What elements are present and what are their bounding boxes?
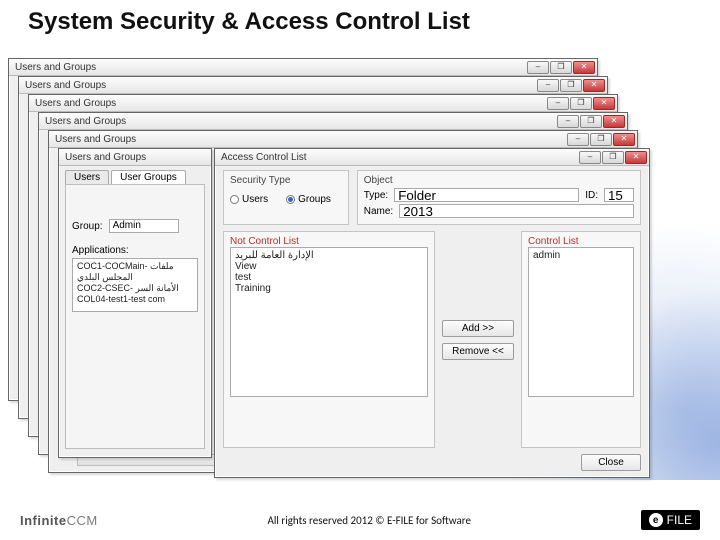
name-field[interactable]: [399, 204, 634, 218]
group-combobox[interactable]: Admin: [109, 219, 179, 233]
list-item[interactable]: test: [235, 272, 423, 283]
efile-e-icon: e: [649, 513, 663, 527]
control-group: Control List admin: [521, 231, 641, 448]
window-controls: – ❐ ✕: [556, 115, 625, 128]
id-label: ID:: [585, 190, 598, 201]
radio-groups[interactable]: Groups: [286, 194, 331, 205]
slide-footer: InfiniteCCM All rights reserved 2012 © E…: [0, 504, 720, 540]
radio-icon: [286, 195, 295, 204]
minimize-button[interactable]: –: [557, 115, 579, 128]
maximize-button[interactable]: ❐: [550, 61, 572, 74]
radio-label: Users: [242, 194, 268, 205]
control-label: Control List: [528, 236, 634, 247]
not-control-group: Not Control List الإدارة العامة للبريد V…: [223, 231, 435, 448]
maximize-button[interactable]: ❐: [580, 115, 602, 128]
list-item[interactable]: COL04-test1-test com: [77, 294, 193, 304]
id-field[interactable]: [604, 188, 634, 202]
minimize-button[interactable]: –: [567, 133, 589, 146]
maximize-button[interactable]: ❐: [570, 97, 592, 110]
page-title: System Security & Access Control List: [0, 0, 720, 40]
tab-user-groups[interactable]: User Groups: [111, 170, 186, 184]
window-controls: – ❐ ✕: [578, 151, 647, 164]
name-label: Name:: [364, 206, 393, 217]
list-item[interactable]: View: [235, 261, 423, 272]
window-title: Users and Groups: [65, 152, 146, 163]
window-title: Users and Groups: [35, 98, 116, 109]
radio-label: Groups: [298, 194, 331, 205]
not-control-label: Not Control List: [230, 236, 428, 247]
window-title: Users and Groups: [15, 62, 96, 73]
type-field[interactable]: [394, 188, 579, 202]
object-group: Object Type: ID: Name:: [357, 170, 641, 225]
tab-panel: Group: Admin Applications: COC1-COCMain-…: [65, 184, 205, 449]
window-title: Users and Groups: [55, 134, 136, 145]
maximize-button[interactable]: ❐: [602, 151, 624, 164]
minimize-button[interactable]: –: [547, 97, 569, 110]
minimize-button[interactable]: –: [527, 61, 549, 74]
user-groups-window: Users and Groups Users User Groups Group…: [58, 148, 212, 458]
tab-users[interactable]: Users: [65, 170, 109, 184]
group-label: Group:: [72, 221, 103, 232]
close-button[interactable]: ✕: [583, 79, 605, 92]
add-button[interactable]: Add >>: [442, 320, 514, 337]
security-type-label: Security Type: [230, 175, 342, 186]
efile-logo: e FILE: [641, 510, 700, 530]
list-item[interactable]: الإدارة العامة للبريد: [235, 250, 423, 261]
maximize-button[interactable]: ❐: [560, 79, 582, 92]
minimize-button[interactable]: –: [579, 151, 601, 164]
window-controls: – ❐ ✕: [546, 97, 615, 110]
brand-left: InfiniteCCM: [20, 513, 98, 528]
remove-button[interactable]: Remove <<: [442, 343, 514, 360]
close-button[interactable]: ✕: [593, 97, 615, 110]
minimize-button[interactable]: –: [537, 79, 559, 92]
close-button[interactable]: ✕: [573, 61, 595, 74]
close-button[interactable]: ✕: [603, 115, 625, 128]
list-item[interactable]: COC1-COCMain- ملفات المجلس البلدي: [77, 261, 193, 283]
list-item[interactable]: Training: [235, 283, 423, 294]
control-list[interactable]: admin: [528, 247, 634, 397]
security-type-group: Security Type Users Groups: [223, 170, 349, 225]
not-control-list[interactable]: الإدارة العامة للبريد View test Training: [230, 247, 428, 397]
applications-list[interactable]: COC1-COCMain- ملفات المجلس البلدي COC2-C…: [72, 258, 198, 312]
tabs: Users User Groups: [59, 166, 211, 184]
maximize-button[interactable]: ❐: [590, 133, 612, 146]
type-label: Type:: [364, 190, 388, 201]
applications-label: Applications:: [72, 245, 198, 256]
transfer-buttons: Add >> Remove <<: [439, 231, 517, 448]
close-button[interactable]: ✕: [613, 133, 635, 146]
close-button[interactable]: ✕: [625, 151, 647, 164]
object-label: Object: [364, 175, 634, 186]
radio-icon: [230, 195, 239, 204]
list-item[interactable]: COC2-CSEC- الأمانة السر: [77, 283, 193, 294]
acl-window: Access Control List – ❐ ✕ Security Type …: [214, 148, 650, 478]
window-controls: – ❐ ✕: [536, 79, 605, 92]
window-title: Users and Groups: [45, 116, 126, 127]
window-controls: – ❐ ✕: [566, 133, 635, 146]
list-item[interactable]: admin: [533, 250, 629, 261]
window-title: Access Control List: [221, 152, 307, 163]
window-title: Users and Groups: [25, 80, 106, 91]
radio-users[interactable]: Users: [230, 194, 268, 205]
close-dialog-button[interactable]: Close: [581, 454, 641, 471]
efile-text: FILE: [667, 513, 692, 527]
copyright: All rights reserved 2012 © E-FILE for So…: [267, 514, 470, 527]
window-controls: – ❐ ✕: [526, 61, 595, 74]
